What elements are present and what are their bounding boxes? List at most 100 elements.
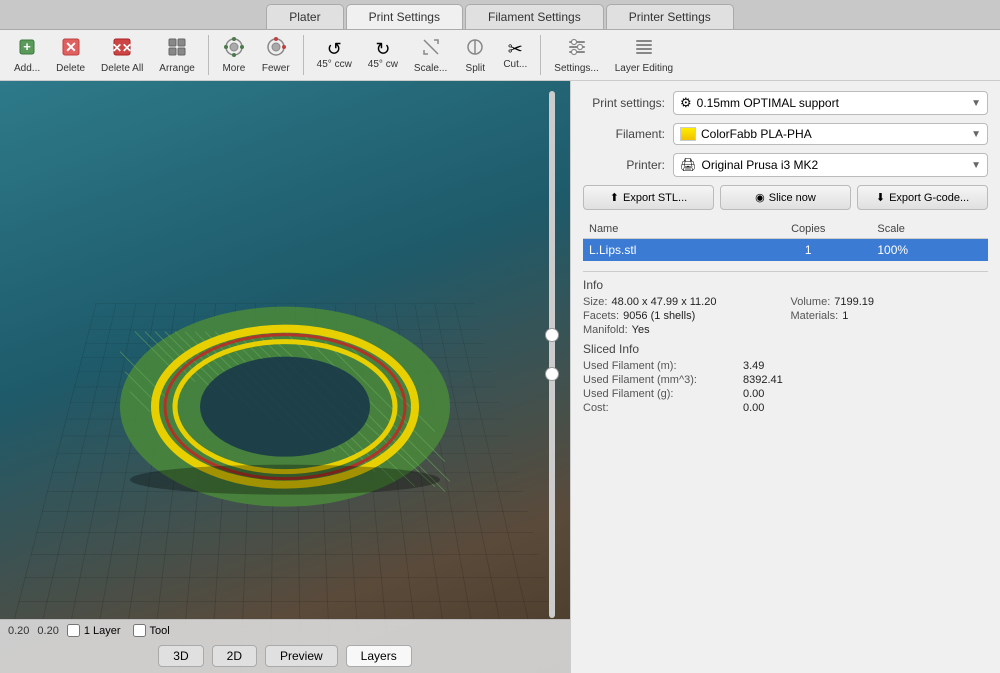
delete-all-button[interactable]: ✕✕ Delete All	[95, 34, 149, 76]
main-content: 0.20 0.20 1 Layer Tool 3D 2D Preview	[0, 81, 1000, 673]
print-settings-arrow: ▼	[971, 98, 981, 109]
layer-checkbox-row: 1 Layer Tool	[67, 624, 170, 637]
table-header-name: Name	[583, 220, 745, 239]
sliced-key-3: Cost:	[583, 402, 743, 414]
cut-icon: ✂	[508, 40, 523, 58]
toolbar-sep-1	[208, 35, 209, 75]
sliced-info-section: Sliced Info Used Filament (m): 3.49 Used…	[583, 342, 988, 414]
export-stl-button[interactable]: ⬆ Export STL...	[583, 185, 714, 210]
add-icon: +	[16, 36, 38, 62]
printer-select[interactable]: 🖨 Original Prusa i3 MK2 ▼	[673, 153, 988, 177]
sliced-row-3: Cost: 0.00	[583, 402, 988, 414]
tool-checkbox[interactable]	[133, 624, 146, 637]
print-settings-select[interactable]: ⚙ 0.15mm OPTIMAL support ▼	[673, 91, 988, 115]
print-settings-value: 0.15mm OPTIMAL support	[697, 96, 971, 110]
layer-value-left: 0.20	[8, 625, 29, 637]
toolbar-sep-2	[303, 35, 304, 75]
delete-all-icon: ✕✕	[111, 36, 133, 62]
rotate-cw-button[interactable]: ↻ 45° cw	[362, 38, 404, 72]
printer-arrow: ▼	[971, 160, 981, 171]
info-size-value: 48.00 x 47.99 x 11.20	[611, 296, 716, 308]
printer-value: Original Prusa i3 MK2	[702, 158, 972, 172]
tab-print-settings[interactable]: Print Settings	[346, 4, 463, 29]
fewer-button[interactable]: Fewer	[256, 34, 296, 76]
rotate-ccw-label: 45° ccw	[317, 59, 352, 70]
export-gcode-icon: ⬇	[876, 191, 885, 204]
arrange-button[interactable]: Arrange	[153, 34, 201, 76]
layer-slider[interactable]	[549, 91, 555, 618]
scale-button[interactable]: Scale...	[408, 34, 453, 76]
sliced-val-2: 0.00	[743, 388, 764, 400]
scale-label: Scale...	[414, 63, 447, 74]
tab-printer-settings[interactable]: Printer Settings	[606, 4, 734, 29]
more-label: More	[222, 63, 245, 74]
add-button[interactable]: + Add...	[8, 34, 46, 76]
print-settings-label: Print settings:	[583, 96, 673, 110]
export-stl-icon: ⬆	[610, 191, 619, 204]
info-volume-row: Volume: 7199.19	[791, 296, 989, 308]
layer-controls: 0.20 0.20 1 Layer Tool	[8, 624, 562, 637]
print-settings-row: Print settings: ⚙ 0.15mm OPTIMAL support…	[583, 91, 988, 115]
export-gcode-button[interactable]: ⬇ Export G-code...	[857, 185, 988, 210]
info-size-row: Size: 48.00 x 47.99 x 11.20	[583, 296, 781, 308]
rotate-cw-icon: ↻	[375, 40, 390, 58]
table-row[interactable]: L.Lips.stl 1 100%	[583, 239, 988, 262]
info-section-title: Info	[583, 271, 988, 292]
layer-editing-button[interactable]: Layer Editing	[609, 34, 679, 76]
view-preview-button[interactable]: Preview	[265, 645, 338, 667]
more-button[interactable]: More	[216, 34, 252, 76]
split-button[interactable]: Split	[457, 34, 493, 76]
layer-checkbox[interactable]	[67, 624, 80, 637]
info-materials-value: 1	[842, 310, 848, 322]
table-header-scale: Scale	[871, 220, 988, 239]
viewport[interactable]: 0.20 0.20 1 Layer Tool 3D 2D Preview	[0, 81, 570, 673]
info-materials-label: Materials:	[791, 310, 839, 322]
layer-label: 1 Layer	[67, 624, 121, 637]
slice-now-button[interactable]: ◉ Slice now	[720, 185, 851, 210]
view-2d-button[interactable]: 2D	[212, 645, 257, 667]
sliced-val-0: 3.49	[743, 360, 764, 372]
delete-all-label: Delete All	[101, 63, 143, 74]
action-buttons: ⬆ Export STL... ◉ Slice now ⬇ Export G-c…	[583, 185, 988, 210]
sliced-row-1: Used Filament (mm^3): 8392.41	[583, 374, 988, 386]
info-manifold-row: Manifold: Yes	[583, 324, 781, 336]
info-facets-value: 9056 (1 shells)	[623, 310, 695, 322]
sliced-info-title: Sliced Info	[583, 342, 988, 356]
rotate-ccw-button[interactable]: ↺ 45° ccw	[311, 38, 358, 72]
info-manifold-label: Manifold:	[583, 324, 628, 336]
printer-row: Printer: 🖨 Original Prusa i3 MK2 ▼	[583, 153, 988, 177]
svg-text:✕✕: ✕✕	[112, 41, 132, 55]
table-cell-copies: 1	[745, 239, 871, 262]
info-materials-row: Materials: 1	[791, 310, 989, 322]
slider-thumb-bottom[interactable]	[545, 367, 559, 381]
arrange-label: Arrange	[159, 63, 195, 74]
fewer-label: Fewer	[262, 63, 290, 74]
tab-filament-settings[interactable]: Filament Settings	[465, 4, 604, 29]
rotate-ccw-icon: ↺	[327, 40, 342, 58]
more-icon	[223, 36, 245, 62]
sliced-key-0: Used Filament (m):	[583, 360, 743, 372]
info-volume-value: 7199.19	[834, 296, 874, 308]
settings-icon	[566, 36, 588, 62]
top-tab-bar: Plater Print Settings Filament Settings …	[0, 0, 1000, 30]
objects-table: Name Copies Scale L.Lips.stl 1 100%	[583, 220, 988, 261]
slider-thumb-top[interactable]	[545, 328, 559, 342]
sliced-val-3: 0.00	[743, 402, 764, 414]
tab-plater[interactable]: Plater	[266, 4, 343, 29]
info-facets-label: Facets:	[583, 310, 619, 322]
cut-button[interactable]: ✂ Cut...	[497, 38, 533, 72]
settings-button[interactable]: Settings...	[548, 34, 604, 76]
view-3d-button[interactable]: 3D	[158, 645, 203, 667]
add-label: Add...	[14, 63, 40, 74]
info-manifold-value: Yes	[632, 324, 650, 336]
filament-select[interactable]: ColorFabb PLA-PHA ▼	[673, 123, 988, 145]
viewport-bottom-controls: 0.20 0.20 1 Layer Tool 3D 2D Preview	[0, 619, 570, 673]
delete-button[interactable]: ✕ Delete	[50, 34, 91, 76]
toolbar-sep-3	[540, 35, 541, 75]
settings-label: Settings...	[554, 63, 598, 74]
sliced-key-1: Used Filament (mm^3):	[583, 374, 743, 386]
view-layers-button[interactable]: Layers	[346, 645, 412, 667]
info-size-label: Size:	[583, 296, 607, 308]
delete-label: Delete	[56, 63, 85, 74]
filament-arrow: ▼	[971, 129, 981, 140]
